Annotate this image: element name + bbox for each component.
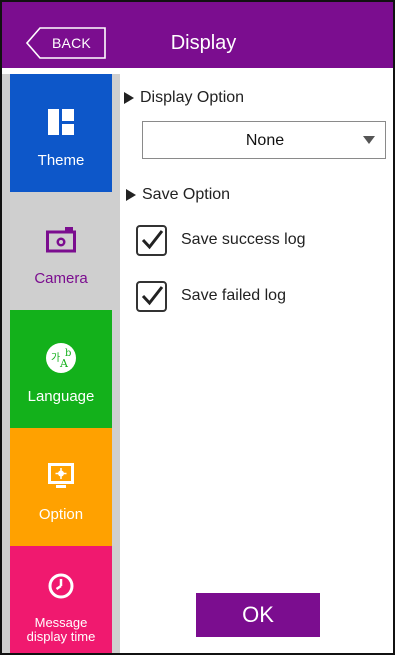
save-failed-log-checkbox[interactable] [136, 280, 167, 312]
sidebar-item-label: Camera [34, 270, 88, 287]
triangle-right-icon [124, 92, 134, 104]
clock-icon [10, 570, 112, 602]
sidebar-item-camera[interactable]: Camera [10, 192, 120, 310]
triangle-right-icon [126, 189, 136, 201]
page-title: Display [170, 32, 237, 54]
language-icon: 가 A b [10, 342, 112, 374]
sidebar-item-option[interactable]: Option [10, 428, 112, 546]
label-line-2: display time [26, 629, 96, 644]
sidebar-item-label: Language [27, 388, 95, 405]
save-success-log-label: Save success log [181, 231, 306, 248]
save-option-heading: Save Option [126, 186, 230, 204]
sidebar-item-theme[interactable]: Theme [10, 74, 112, 192]
camera-icon [10, 224, 112, 256]
content-panel: Display Option None Save Option Save suc… [120, 74, 393, 653]
display-option-dropdown[interactable]: None [142, 121, 386, 159]
app-frame: BACK Display Theme Camera 가 A b Language… [0, 0, 395, 655]
svg-text:가: 가 [51, 352, 60, 364]
sidebar-item-label: Option [38, 506, 84, 523]
option-icon [10, 460, 112, 492]
caret-down-icon [363, 136, 375, 144]
svg-text:b: b [65, 348, 71, 359]
sidebar-item-label: Message display time [10, 616, 112, 644]
sidebar-item-message-display-time[interactable]: Message display time [10, 546, 112, 653]
save-failed-log-row[interactable]: Save failed log [136, 280, 286, 312]
display-option-label: Display Option [140, 89, 245, 106]
header-bar: BACK Display [2, 2, 393, 68]
dropdown-value: None [245, 132, 285, 149]
save-success-log-checkbox[interactable] [136, 224, 167, 256]
save-failed-log-label: Save failed log [181, 287, 286, 304]
sidebar-item-label: Theme [37, 152, 85, 169]
save-success-log-row[interactable]: Save success log [136, 224, 306, 256]
display-option-heading: Display Option [124, 89, 244, 107]
label-line-1: Message [34, 615, 88, 630]
sidebar-item-language[interactable]: 가 A b Language [10, 310, 112, 428]
sidebar: Theme Camera 가 A b Language Option Messa… [2, 74, 120, 653]
save-option-label: Save Option [142, 186, 231, 203]
ok-button[interactable]: OK [196, 593, 320, 637]
theme-icon [10, 106, 112, 138]
